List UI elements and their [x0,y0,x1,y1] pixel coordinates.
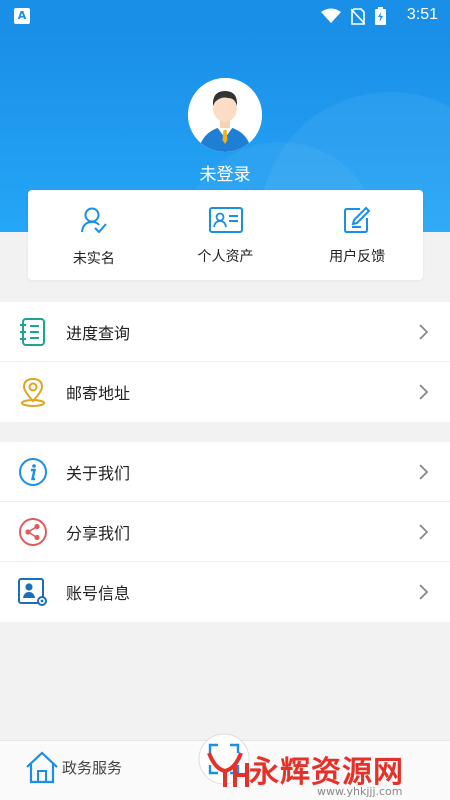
share-icon [18,517,48,547]
edit-icon [344,206,371,233]
quick-action-label: 用户反馈 [329,249,386,265]
app-notification-icon: A [14,8,30,24]
quick-action-label: 未实名 [72,251,115,267]
menu-item-label: 关于我们 [66,463,131,483]
menu-item-mailing-address[interactable]: 邮寄地址 [0,362,450,422]
quick-action-assets[interactable]: 个人资产 [160,190,292,280]
avatar[interactable] [188,78,262,152]
menu-item-progress-query[interactable]: 进度查询 [0,302,450,362]
menu-item-about-us[interactable]: 关于我们 [0,442,450,502]
status-icons [321,7,386,25]
battery-charging-icon [375,7,386,25]
info-icon [18,457,48,487]
notebook-icon [18,317,48,347]
menu-item-label: 账号信息 [66,584,131,603]
menu-group-about: 关于我们 分享我们 账号信息 [0,442,450,622]
menu-item-account-info[interactable]: 账号信息 [0,562,450,622]
watermark-logo-icon [207,752,249,787]
user-avatar-icon [188,78,262,152]
chevron-right-icon [419,464,428,480]
watermark: 永辉资源网 www.yhkjjj.com [205,747,404,798]
menu-group-services: 进度查询 邮寄地址 [0,302,450,422]
person-check-icon [80,207,107,234]
status-bar: A 3:51 [0,0,450,32]
location-pin-icon [18,377,48,407]
chevron-right-icon [419,324,428,340]
menu-item-label: 进度查询 [66,323,131,343]
login-status[interactable]: 未登录 [0,160,450,185]
tab-label: 政务服务 [62,758,123,777]
menu-item-share-us[interactable]: 分享我们 [0,502,450,562]
chevron-right-icon [419,384,428,400]
quick-action-real-name[interactable]: 未实名 [28,190,160,280]
quick-actions-card: 未实名 个人资产 用户反馈 [28,190,423,280]
clock: 3:51 [406,6,438,23]
chevron-right-icon [419,524,428,540]
quick-action-label: 个人资产 [197,249,254,265]
menu-item-label: 邮寄地址 [66,384,131,403]
menu-item-label: 分享我们 [66,523,131,543]
account-settings-icon [18,577,48,607]
quick-action-feedback[interactable]: 用户反馈 [291,190,423,280]
no-sim-icon [351,7,365,25]
id-card-icon [208,207,243,233]
chevron-right-icon [419,584,428,600]
house-icon [26,751,58,784]
tab-gov-services[interactable]: 政务服务 [24,749,122,785]
watermark-url: www.yhkjjj.com [317,785,403,798]
wifi-icon [321,8,341,23]
bottom-tab-bar: 政务服务 永辉资源网 www.yhkjjj.com [0,733,450,800]
